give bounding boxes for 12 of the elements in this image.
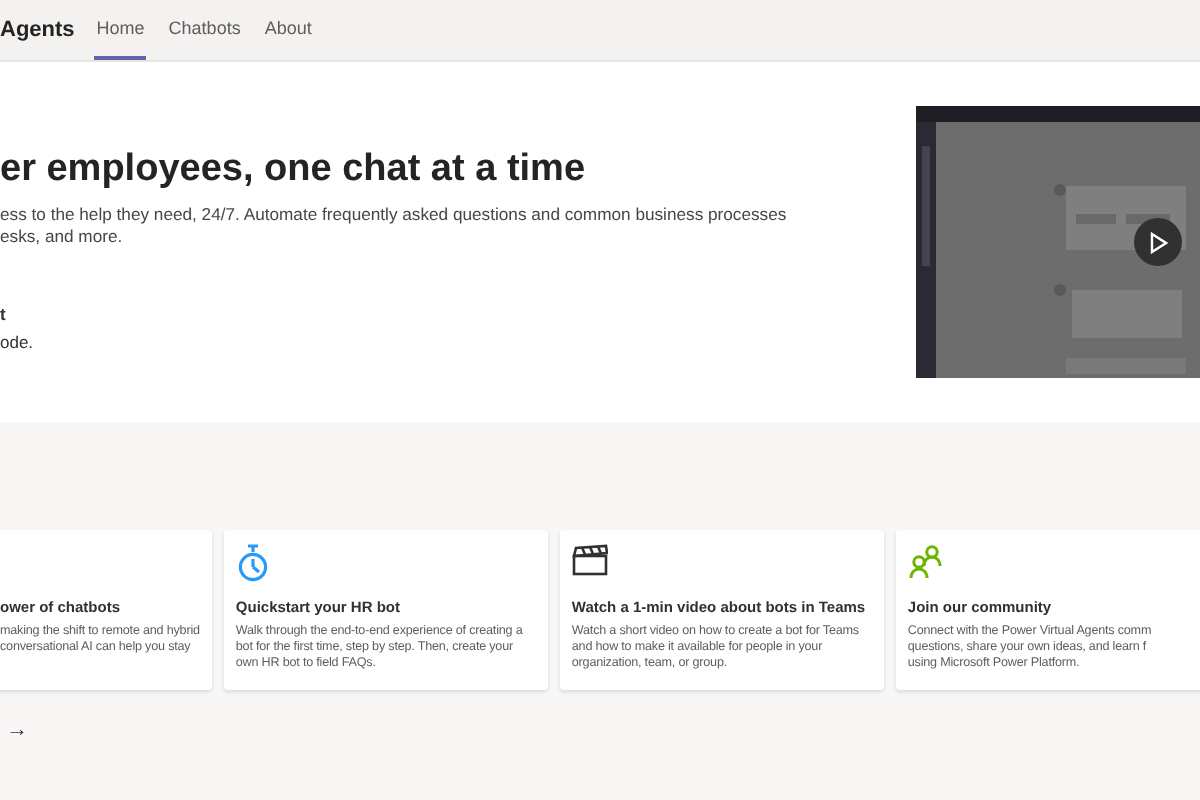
nav-tab[interactable]: Chatbots bbox=[166, 0, 243, 60]
arrow-link[interactable]: → bbox=[6, 718, 28, 742]
hero-description: ess to the help they need, 24/7. Automate frequently asked questions and common business processes esks, and more. bbox=[0, 204, 787, 248]
play-icon bbox=[1148, 231, 1168, 253]
nav-tab[interactable]: About bbox=[262, 0, 314, 60]
people-icon bbox=[907, 544, 944, 580]
section-text: ode. bbox=[0, 332, 36, 352]
app-title: Agents bbox=[0, 16, 75, 46]
clapperboard-icon bbox=[571, 544, 608, 576]
stopwatch-icon bbox=[235, 544, 270, 582]
hero-headline: er employees, one chat at a time bbox=[0, 148, 588, 192]
section-heading: t bbox=[0, 304, 8, 324]
